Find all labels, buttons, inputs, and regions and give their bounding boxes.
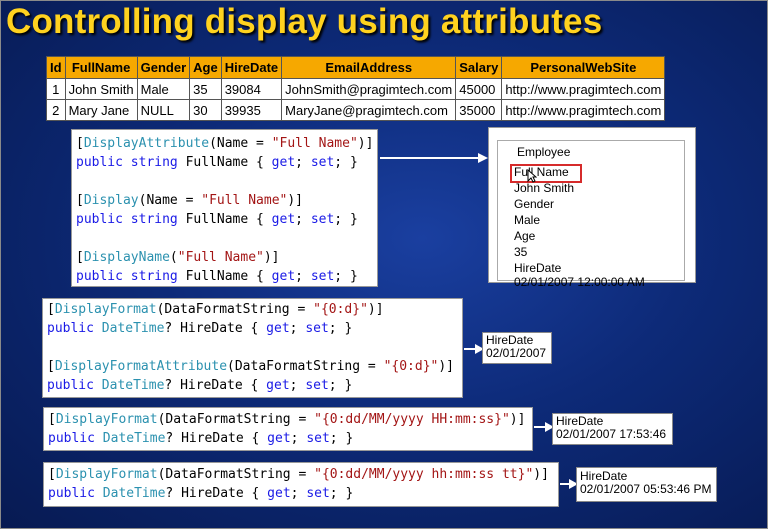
code-line: public DateTime? HireDate { get; set; } (48, 486, 354, 501)
code-line: public string FullName { get; set; } (76, 212, 358, 227)
code-line: [Display(Name = "Full Name")] (76, 193, 303, 208)
table-cell: 39084 (220, 78, 283, 100)
output-hiredate-24h: HireDate 02/01/2007 17:53:46 (552, 413, 673, 445)
column-header: Age (189, 56, 222, 79)
table-cell: 45000 (455, 78, 503, 100)
code-line: [DisplayName("Full Name")] (76, 250, 280, 265)
code-block-display-format-d: [DisplayFormat(DataFormatString = "{0:d}… (42, 298, 463, 398)
table-cell: 2 (46, 99, 66, 121)
fieldset-legend: Employee (514, 145, 574, 159)
employee-display-output: Employee Full Name John Smith Gender Mal… (488, 127, 696, 289)
mouse-pointer-icon (527, 169, 537, 183)
table-cell: 30 (189, 99, 222, 121)
field-label: Full Name (514, 165, 569, 179)
table-cell: 1 (46, 78, 66, 100)
table-cell: John Smith (64, 78, 138, 100)
table-cell: 35 (189, 78, 222, 100)
code-line: public string FullName { get; set; } (76, 155, 358, 170)
code-line: [DisplayAttribute(Name = "Full Name")] (76, 136, 374, 151)
employee-fieldset: Employee Full Name John Smith Gender Mal… (497, 140, 685, 289)
code-line: [DisplayFormat(DataFormatString = "{0:dd… (48, 412, 526, 427)
employee-table: Id FullName Gender Age HireDate EmailAdd… (46, 56, 666, 121)
output-hiredate-short: HireDate 02/01/2007 (482, 332, 552, 364)
table-cell: http://www.pragimtech.com (501, 99, 666, 121)
field-value: 02/01/2007 12:00:00 AM (514, 275, 645, 289)
table-row: 2 Mary Jane NULL 30 39935 MaryJane@pragi… (46, 99, 666, 121)
table-cell: http://www.pragimtech.com (501, 78, 666, 100)
code-line: public DateTime? HireDate { get; set; } (47, 321, 353, 336)
field-value: Male (514, 213, 541, 227)
column-header: EmailAddress (281, 56, 457, 79)
code-line: [DisplayFormat(DataFormatString = "{0:dd… (48, 467, 549, 482)
code-line: public DateTime? HireDate { get; set; } (48, 431, 354, 446)
column-header: Id (46, 56, 66, 79)
table-cell: JohnSmith@pragimtech.com (281, 78, 457, 100)
column-header: Salary (455, 56, 503, 79)
slide-title: Controlling display using attributes (6, 2, 603, 41)
output-value: 02/01/2007 (486, 346, 547, 360)
output-hiredate-12h: HireDate 02/01/2007 05:53:46 PM (576, 467, 717, 502)
code-block-display-format-24h: [DisplayFormat(DataFormatString = "{0:dd… (43, 407, 533, 451)
table-cell: Male (136, 78, 191, 100)
table-header-row: Id FullName Gender Age HireDate EmailAdd… (46, 56, 666, 79)
code-block-display-name: [DisplayAttribute(Name = "Full Name")] p… (71, 129, 378, 287)
field-label: Gender (514, 197, 555, 211)
field-label: Age (514, 229, 536, 243)
code-line: public DateTime? HireDate { get; set; } (47, 378, 353, 393)
arrow-icon (380, 153, 488, 163)
code-line: [DisplayFormatAttribute(DataFormatString… (47, 359, 455, 374)
column-header: FullName (64, 56, 138, 79)
table-cell: MaryJane@pragimtech.com (281, 99, 457, 121)
output-value: 02/01/2007 05:53:46 PM (580, 482, 712, 496)
table-cell: Mary Jane (64, 99, 138, 121)
column-header: PersonalWebSite (501, 56, 666, 79)
column-header: Gender (136, 56, 191, 79)
table-cell: NULL (136, 99, 191, 121)
code-block-display-format-12h: [DisplayFormat(DataFormatString = "{0:dd… (43, 462, 559, 507)
code-line: [DisplayFormat(DataFormatString = "{0:d}… (47, 302, 384, 317)
field-label: HireDate (514, 261, 562, 275)
code-line: public string FullName { get; set; } (76, 269, 358, 284)
column-header: HireDate (220, 56, 283, 79)
field-value: 35 (514, 245, 528, 259)
table-row: 1 John Smith Male 35 39084 JohnSmith@pra… (46, 78, 666, 100)
table-cell: 35000 (455, 99, 503, 121)
table-cell: 39935 (220, 99, 283, 121)
field-value: John Smith (514, 181, 575, 195)
output-value: 02/01/2007 17:53:46 (556, 427, 667, 441)
